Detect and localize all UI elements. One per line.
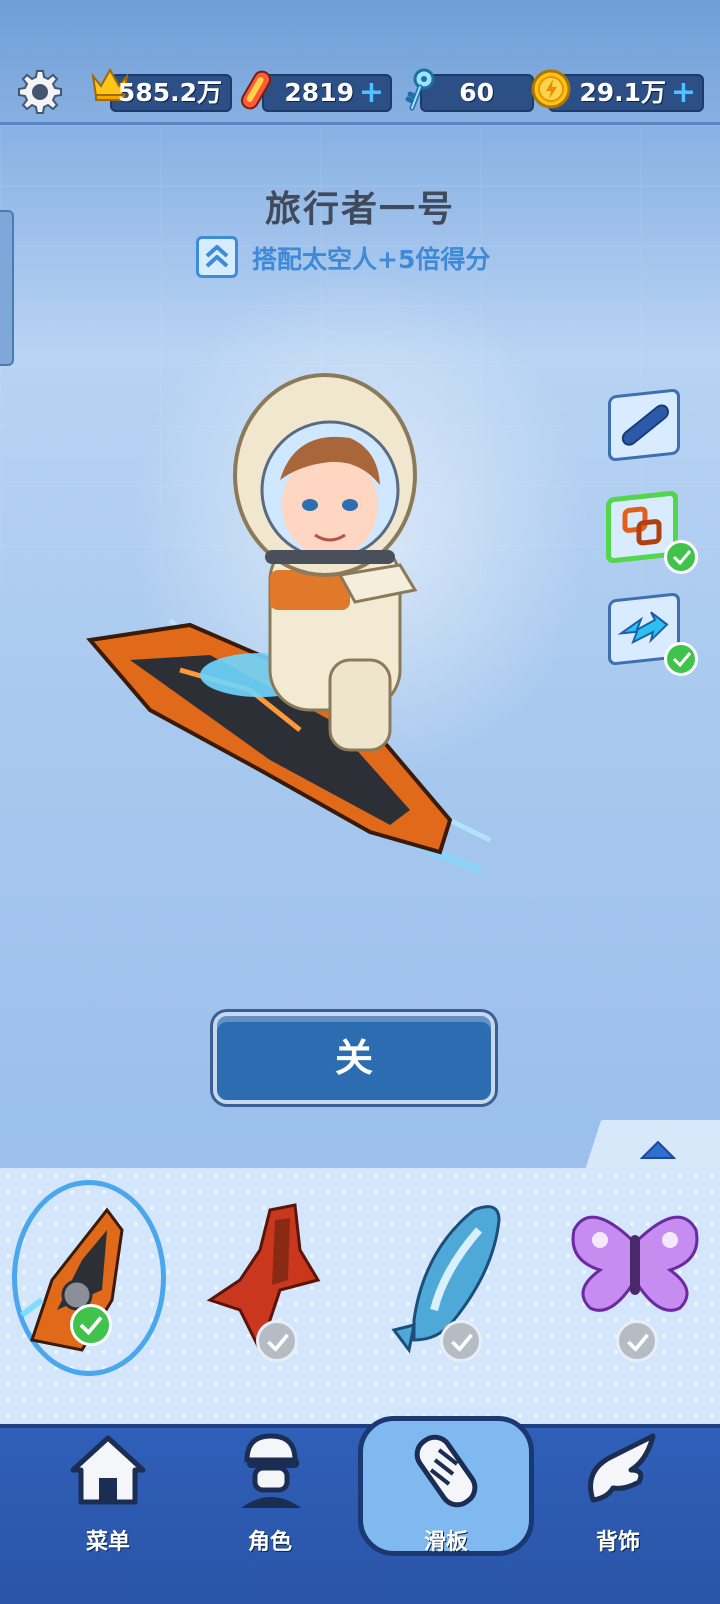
wings-icon <box>588 1433 656 1503</box>
board-icon <box>621 404 669 446</box>
left-drawer-handle[interactable] <box>0 210 14 366</box>
owned-check-icon <box>256 1320 298 1362</box>
nav-menu[interactable]: 菜单 <box>38 1430 178 1555</box>
crown-value: 585.2万 <box>117 78 222 107</box>
boards-counter: 2819 + <box>241 70 392 112</box>
bonus-text: 搭配太空人+5倍得分 <box>252 245 491 274</box>
resource-bar: 585.2万 2819 + 60 29.1万 + <box>0 60 720 122</box>
board-item-butterfly[interactable] <box>560 1190 710 1400</box>
chain-link-icon <box>622 506 662 546</box>
character-on-board-illustration[interactable] <box>60 370 530 890</box>
link-check-icon <box>664 540 698 574</box>
skateboard-icon <box>414 1434 478 1508</box>
top-divider <box>0 122 720 125</box>
board-item-whale[interactable] <box>384 1190 534 1400</box>
key-icon <box>404 68 438 121</box>
owned-check-icon <box>440 1320 482 1362</box>
nav-character-label: 角色 <box>247 1530 292 1555</box>
nav-menu-label: 菜单 <box>85 1530 130 1555</box>
add-coins-button[interactable]: + <box>671 76 696 110</box>
coins-value: 29.1万 <box>579 78 666 107</box>
close-button[interactable]: 关 <box>213 1012 495 1104</box>
keys-counter: 60 <box>405 68 534 112</box>
hoverboard-token-icon <box>238 68 278 121</box>
character-icon <box>241 1433 301 1508</box>
nav-board[interactable]: 滑板 <box>376 1430 516 1555</box>
boards-value: 2819 <box>284 78 354 107</box>
nav-backpack[interactable]: 背饰 <box>548 1430 688 1555</box>
boost-check-icon <box>664 642 698 676</box>
board-item-voyager[interactable] <box>12 1190 162 1400</box>
expand-up-icon[interactable] <box>639 1138 677 1164</box>
board-item-red-bird[interactable] <box>200 1190 350 1400</box>
owned-check-icon <box>616 1320 658 1362</box>
add-boards-button[interactable]: + <box>359 76 384 110</box>
nav-backpack-label: 背饰 <box>595 1530 640 1555</box>
coin-icon <box>530 68 572 119</box>
double-chevron-up-icon <box>196 236 238 278</box>
crown-counter: 585.2万 <box>91 67 232 112</box>
coins-counter: 29.1万 + <box>531 69 704 112</box>
nav-board-label: 滑板 <box>423 1530 468 1555</box>
board-style-button[interactable] <box>608 388 680 462</box>
board-name: 旅行者一号 <box>264 189 455 230</box>
equipped-check-icon <box>70 1304 112 1346</box>
keys-value: 60 <box>459 78 494 107</box>
home-icon <box>70 1435 146 1505</box>
settings-gear-icon[interactable] <box>16 68 64 116</box>
nav-character[interactable]: 角色 <box>200 1430 340 1555</box>
